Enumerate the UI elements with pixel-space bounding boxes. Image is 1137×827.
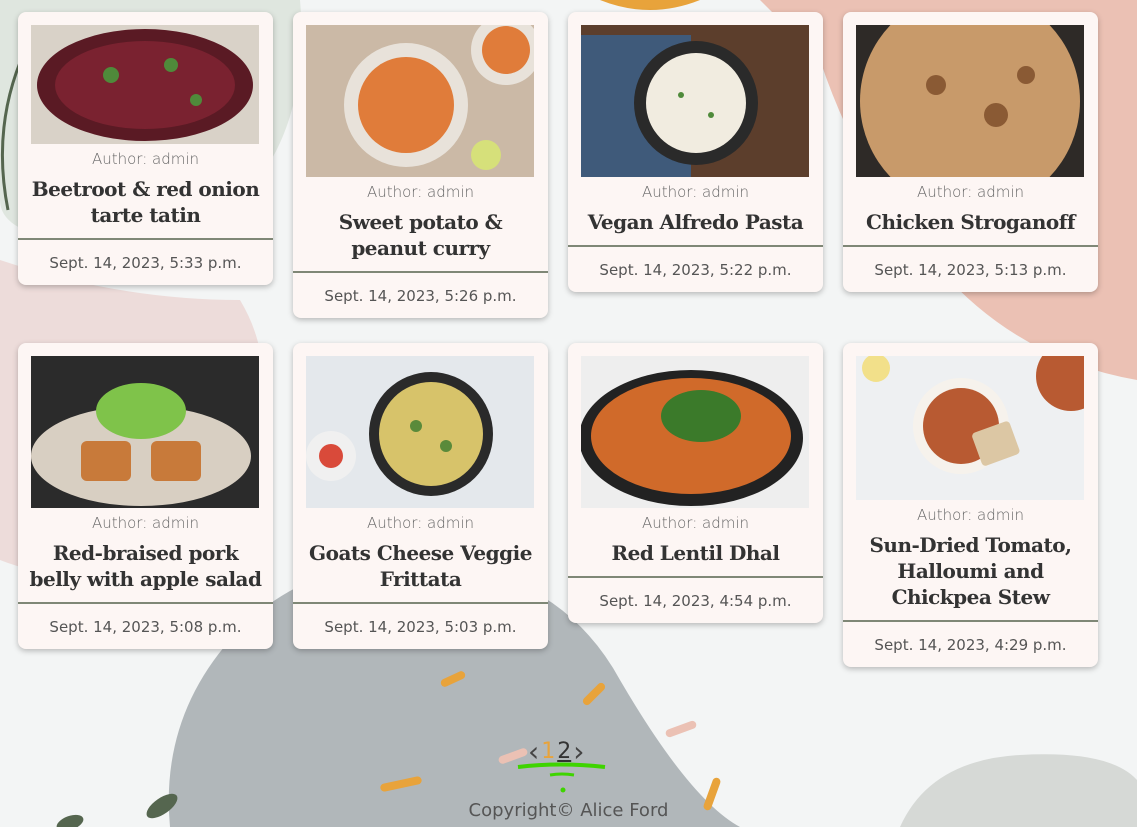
- recipe-card[interactable]: Author: admin Beetroot & red onion tarte…: [18, 12, 273, 285]
- pagination: ‹ 1 2 ›: [528, 735, 584, 768]
- pasta-photo[interactable]: [581, 25, 809, 177]
- recipe-date: Sept. 14, 2023, 4:54 p.m.: [599, 592, 792, 610]
- recipe-date: Sept. 14, 2023, 4:29 p.m.: [874, 636, 1067, 654]
- beetroot-tart-photo[interactable]: [31, 25, 259, 144]
- recipe-card[interactable]: Author: admin Sun-Dried Tomato, Halloumi…: [843, 343, 1098, 667]
- recipe-title[interactable]: Red-braised pork belly with apple salad: [28, 540, 263, 592]
- recipe-title[interactable]: Sweet potato & peanut curry: [303, 209, 538, 261]
- author-label: Author: admin: [366, 183, 475, 201]
- author-label: Author: admin: [366, 514, 475, 532]
- recipe-date: Sept. 14, 2023, 5:26 p.m.: [324, 287, 517, 305]
- prev-page-icon[interactable]: ‹: [528, 735, 539, 768]
- recipe-title[interactable]: Red Lentil Dhal: [578, 540, 813, 566]
- stew-photo[interactable]: [856, 356, 1084, 500]
- recipe-card[interactable]: Author: admin Chicken Stroganoff Sept. 1…: [843, 12, 1098, 292]
- author-label: Author: admin: [916, 183, 1025, 201]
- recipe-date: Sept. 14, 2023, 5:03 p.m.: [324, 618, 517, 636]
- next-page-icon[interactable]: ›: [573, 735, 584, 768]
- dhal-photo[interactable]: [581, 356, 809, 508]
- recipe-card[interactable]: Author: admin Sweet potato & peanut curr…: [293, 12, 548, 318]
- recipe-card[interactable]: Author: admin Red Lentil Dhal Sept. 14, …: [568, 343, 823, 623]
- footer-copyright: Copyright© Alice Ford: [468, 800, 669, 821]
- curry-photo[interactable]: [306, 25, 534, 177]
- recipe-card[interactable]: Author: admin Goats Cheese Veggie Fritta…: [293, 343, 548, 649]
- stroganoff-photo[interactable]: [856, 25, 1084, 177]
- recipe-date: Sept. 14, 2023, 5:22 p.m.: [599, 261, 792, 279]
- frittata-photo[interactable]: [306, 356, 534, 508]
- recipe-title[interactable]: Goats Cheese Veggie Frittata: [303, 540, 538, 592]
- recipe-date: Sept. 14, 2023, 5:13 p.m.: [874, 261, 1067, 279]
- author-label: Author: admin: [641, 183, 750, 201]
- recipe-card[interactable]: Author: admin Red-braised pork belly wit…: [18, 343, 273, 649]
- recipe-date: Sept. 14, 2023, 5:08 p.m.: [49, 618, 242, 636]
- recipe-title[interactable]: Sun-Dried Tomato, Halloumi and Chickpea …: [853, 532, 1088, 610]
- recipe-title[interactable]: Vegan Alfredo Pasta: [578, 209, 813, 235]
- recipe-title[interactable]: Beetroot & red onion tarte tatin: [28, 176, 263, 228]
- current-page: 1: [541, 739, 556, 764]
- author-label: Author: admin: [916, 506, 1025, 524]
- recipe-date: Sept. 14, 2023, 5:33 p.m.: [49, 254, 242, 272]
- page-2-link[interactable]: 2: [557, 739, 571, 764]
- recipe-title[interactable]: Chicken Stroganoff: [853, 209, 1088, 235]
- recipe-card[interactable]: Author: admin Vegan Alfredo Pasta Sept. …: [568, 12, 823, 292]
- author-label: Author: admin: [91, 514, 200, 532]
- author-label: Author: admin: [641, 514, 750, 532]
- pork-belly-photo[interactable]: [31, 356, 259, 508]
- author-label: Author: admin: [91, 150, 200, 168]
